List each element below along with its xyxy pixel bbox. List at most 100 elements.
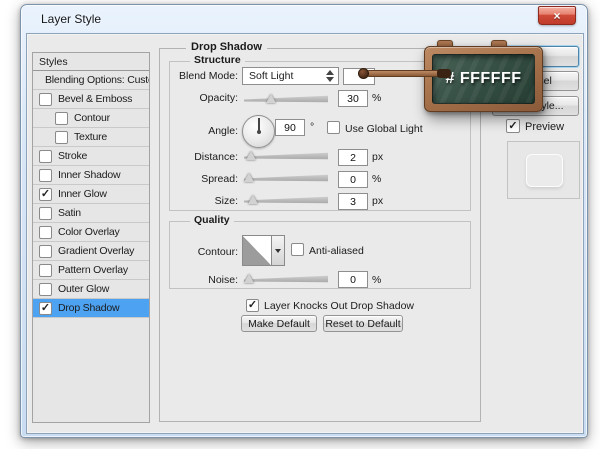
pointer-stick-tip xyxy=(358,68,369,79)
style-checkbox[interactable] xyxy=(39,92,52,106)
distance-input[interactable] xyxy=(338,149,368,166)
anti-aliased-label: Anti-aliased xyxy=(309,245,364,257)
style-label: Satin xyxy=(58,207,81,219)
styles-header: Styles xyxy=(33,53,149,71)
opacity-unit: % xyxy=(372,92,382,104)
style-item-blending-options-custom[interactable]: Blending Options: Custom xyxy=(33,71,149,90)
close-icon: × xyxy=(553,8,561,23)
hex-color-text: # FFFFFF xyxy=(445,70,522,87)
style-label: Bevel & Emboss xyxy=(58,93,133,105)
styles-list: Blending Options: Custom Bevel & Emboss Co… xyxy=(33,71,149,318)
style-label: Drop Shadow xyxy=(58,302,120,314)
spread-slider-track[interactable] xyxy=(244,174,328,182)
style-checkbox[interactable] xyxy=(39,206,52,220)
style-checkbox[interactable]: ✓ xyxy=(39,301,52,315)
use-global-light-checkbox[interactable] xyxy=(327,121,340,134)
size-label: Size: xyxy=(214,195,238,207)
quality-legend: Quality xyxy=(190,214,234,226)
style-item-bevel-emboss[interactable]: Bevel & Emboss xyxy=(33,90,149,109)
spread-label: Spread: xyxy=(201,173,238,185)
style-item-gradient-overlay[interactable]: Gradient Overlay xyxy=(33,242,149,261)
angle-unit: ° xyxy=(310,121,315,133)
style-checkbox[interactable]: ✓ xyxy=(39,187,52,201)
style-item-outer-glow[interactable]: Outer Glow xyxy=(33,280,149,299)
noise-unit: % xyxy=(372,274,382,286)
knockout-label: Layer Knocks Out Drop Shadow xyxy=(264,300,414,312)
quality-group: Quality Contour: Anti-aliased Noise: % xyxy=(169,214,471,289)
chalkboard: # FFFFFF xyxy=(424,46,543,112)
style-item-color-overlay[interactable]: Color Overlay xyxy=(33,223,149,242)
style-checkbox[interactable] xyxy=(39,225,52,239)
style-checkbox[interactable] xyxy=(39,263,52,277)
noise-slider-thumb[interactable] xyxy=(244,274,254,283)
style-item-satin[interactable]: Satin xyxy=(33,204,149,223)
noise-input[interactable] xyxy=(338,271,368,288)
preview-label: Preview xyxy=(525,121,565,133)
panel-title: Drop Shadow xyxy=(186,41,267,53)
reset-default-button[interactable]: Reset to Default xyxy=(323,315,403,332)
style-item-pattern-overlay[interactable]: Pattern Overlay xyxy=(33,261,149,280)
size-input[interactable] xyxy=(338,193,368,210)
opacity-label: Opacity: xyxy=(199,92,238,104)
contour-dropdown-arrow-icon[interactable] xyxy=(272,235,285,266)
close-button[interactable]: × xyxy=(538,6,576,25)
style-checkbox[interactable] xyxy=(39,168,52,182)
style-checkbox[interactable] xyxy=(55,111,68,125)
style-checkbox[interactable] xyxy=(39,149,52,163)
style-checkbox[interactable] xyxy=(39,244,52,258)
blend-mode-label: Blend Mode: xyxy=(179,70,238,82)
pointer-stick xyxy=(366,70,440,77)
style-item-stroke[interactable]: Stroke xyxy=(33,147,149,166)
style-label: Inner Shadow xyxy=(58,169,121,181)
style-item-inner-shadow[interactable]: Inner Shadow xyxy=(33,166,149,185)
angle-input[interactable] xyxy=(275,119,305,136)
style-item-drop-shadow[interactable]: ✓ Drop Shadow xyxy=(33,299,149,318)
style-label: Gradient Overlay xyxy=(58,245,135,257)
blend-mode-select[interactable]: Soft Light xyxy=(242,67,339,85)
pointer-stick-grip xyxy=(437,69,451,78)
spread-slider-thumb[interactable] xyxy=(244,173,254,182)
use-global-light-label: Use Global Light xyxy=(345,123,423,135)
spread-unit: % xyxy=(372,173,382,185)
contour-thumbnail[interactable] xyxy=(242,235,272,266)
style-label: Outer Glow xyxy=(58,283,110,295)
style-item-inner-glow[interactable]: ✓ Inner Glow xyxy=(33,185,149,204)
style-item-contour[interactable]: Contour xyxy=(33,109,149,128)
noise-slider[interactable] xyxy=(244,274,328,284)
size-slider-thumb[interactable] xyxy=(248,195,258,204)
angle-hub xyxy=(256,129,261,134)
spread-slider[interactable] xyxy=(244,173,328,183)
style-label: Blending Options: Custom xyxy=(45,74,149,86)
anti-aliased-checkbox[interactable] xyxy=(291,243,304,256)
angle-dial[interactable] xyxy=(242,115,275,148)
blend-mode-spinner-icon xyxy=(326,70,334,82)
knockout-checkbox[interactable]: ✓ xyxy=(246,299,259,312)
style-label: Texture xyxy=(74,131,108,143)
make-default-button[interactable]: Make Default xyxy=(241,315,317,332)
spread-input[interactable] xyxy=(338,171,368,188)
preview-thumbnail xyxy=(507,141,580,199)
style-checkbox[interactable] xyxy=(55,130,68,144)
style-item-texture[interactable]: Texture xyxy=(33,128,149,147)
style-label: Pattern Overlay xyxy=(58,264,128,276)
opacity-slider[interactable] xyxy=(244,94,328,104)
opacity-slider-thumb[interactable] xyxy=(266,94,276,103)
noise-slider-track[interactable] xyxy=(244,275,328,283)
structure-legend: Structure xyxy=(190,54,245,66)
page: Layer Style × Styles Blending Options: C… xyxy=(0,0,600,449)
contour-label: Contour: xyxy=(197,246,238,258)
style-label: Contour xyxy=(74,112,110,124)
preview-checkbox[interactable]: ✓ xyxy=(506,119,520,133)
distance-slider-thumb[interactable] xyxy=(246,151,256,160)
size-slider[interactable] xyxy=(244,195,328,205)
style-checkbox[interactable] xyxy=(39,282,52,296)
opacity-input[interactable] xyxy=(338,90,368,107)
angle-label: Angle: xyxy=(208,125,238,137)
distance-unit: px xyxy=(372,151,384,163)
distance-label: Distance: xyxy=(194,151,238,163)
reset-default-label: Reset to Default xyxy=(325,317,401,330)
size-unit: px xyxy=(372,195,384,207)
distance-slider-track[interactable] xyxy=(244,152,328,160)
distance-slider[interactable] xyxy=(244,151,328,161)
opacity-slider-track[interactable] xyxy=(244,95,328,103)
